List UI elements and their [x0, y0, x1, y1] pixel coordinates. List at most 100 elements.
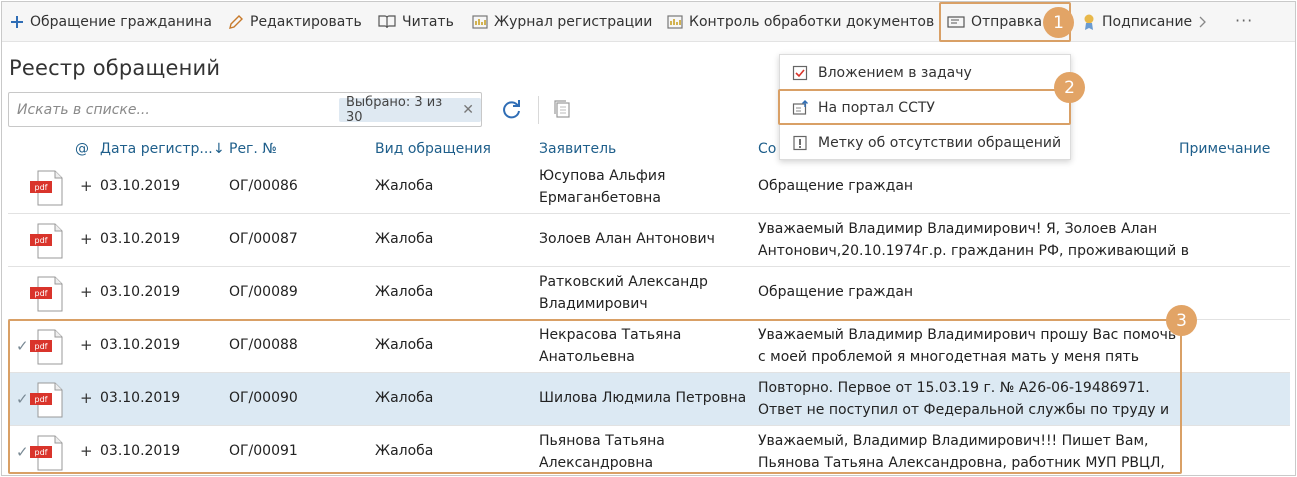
read-button[interactable]: Читать [378, 2, 454, 42]
journal-button[interactable]: Журнал регистрации [472, 2, 652, 42]
column-date[interactable]: Дата регистр... [100, 141, 213, 157]
new-appeal-button[interactable]: Обращение гражданина [10, 2, 212, 42]
more-menu-button[interactable]: ··· [1235, 11, 1253, 30]
row-applicant-line1: Пьянова Татьяна [539, 433, 665, 449]
signature-icon [1084, 14, 1094, 30]
table-row[interactable]: pdf +03.10.2019 ОГ/00089 Жалоба Ратковский А… [8, 267, 1290, 320]
table-row[interactable]: ✓ pdf +03.10.2019 ОГ/00091 Жалоба Пьянова Тат… [8, 426, 1290, 475]
row-date: 03.10.2019 [100, 337, 181, 353]
table-row[interactable]: pdf +03.10.2019 ОГ/00086 Жалоба Юсупова Альф… [8, 161, 1290, 214]
page-title: Реестр обращений [9, 56, 221, 80]
column-reg-number[interactable]: Рег. № [229, 141, 277, 157]
svg-text:pdf: pdf [35, 448, 48, 457]
menu-item-attach-to-task[interactable]: Вложением в задачу [780, 55, 1072, 90]
row-reg-number: ОГ/00086 [229, 178, 298, 194]
column-applicant[interactable]: Заявитель [539, 141, 616, 157]
pdf-file-icon: pdf [30, 382, 63, 418]
row-checked-icon[interactable]: ✓ [16, 337, 29, 355]
table-row[interactable]: ✓ pdf +03.10.2019 ОГ/00088 Жалоба Некрасова Т… [8, 320, 1290, 373]
edit-label: Редактировать [250, 14, 362, 30]
row-plus[interactable]: + [80, 389, 93, 407]
control-label: Контроль обработки документов [689, 14, 935, 30]
column-note[interactable]: Примечание [1179, 141, 1270, 157]
row-content-line2: Ответ не поступил от Федеральной службы … [758, 402, 1170, 418]
exclamation-icon [793, 135, 807, 150]
menu-item-label: На портал ССТУ [818, 99, 935, 116]
row-content-line1: Уважаемый Владимир Владимирович! Я, Золо… [758, 221, 1158, 237]
signing-button[interactable]: Подписание [1082, 2, 1207, 42]
row-applicant-line2: Александровна [539, 455, 654, 471]
row-content-line2: с моей проблемой я многодетная мать у ме… [758, 349, 1139, 365]
annotation-badge-2: 2 [1054, 72, 1085, 103]
pencil-icon [229, 15, 243, 29]
toolbar: Обращение гражданина Редактировать Читат… [2, 2, 1295, 42]
column-content[interactable]: Со [758, 141, 776, 157]
row-reg-number: ОГ/00087 [229, 231, 298, 247]
row-plus[interactable]: + [80, 336, 93, 354]
svg-text:pdf: pdf [35, 395, 48, 404]
menu-item-portal-sstu[interactable]: На портал ССТУ [780, 90, 1072, 125]
row-reg-number: ОГ/00088 [229, 337, 298, 353]
row-content-line1: Повторно. Первое от 15.03.19 г. № А26-06… [758, 380, 1150, 396]
table-row[interactable]: pdf +03.10.2019 ОГ/00087 Жалоба Золоев Алан … [8, 214, 1290, 267]
row-plus[interactable]: + [80, 177, 93, 195]
read-label: Читать [402, 14, 454, 30]
svg-text:pdf: pdf [35, 289, 48, 298]
row-checked-icon[interactable]: ✓ [16, 390, 29, 408]
row-applicant-line2: Анатольевна [539, 349, 635, 365]
table-row[interactable]: ✓ pdf +03.10.2019 ОГ/00090 Жалоба Шилова Людм… [8, 373, 1290, 426]
copy-button[interactable] [553, 99, 571, 123]
row-applicant-line2: Владимирович [539, 296, 648, 312]
menu-item-no-appeals-mark[interactable]: Метку об отсутствии обращений [780, 125, 1072, 160]
row-content-line1: Уважаемый Владимир Владимирович прошу Ва… [758, 327, 1177, 343]
table-header: @ Дата регистр... ↓ Рег. № Вид обращения… [8, 135, 1290, 163]
row-content-line1: Уважаемый, Владимир Владимирович!!! Пише… [758, 433, 1149, 449]
journal-icon [472, 15, 488, 29]
pdf-file-icon: pdf [30, 223, 63, 259]
row-appeal-type: Жалоба [375, 284, 434, 300]
row-reg-number: ОГ/00089 [229, 284, 298, 300]
annotation-badge-1: 1 [1043, 7, 1074, 38]
selection-count: Выбрано: 3 из 30 [346, 95, 443, 125]
selection-chip: Выбрано: 3 из 30 ✕ [339, 95, 481, 125]
annotation-badge-3: 3 [1166, 305, 1197, 336]
row-checked-icon[interactable]: ✓ [16, 443, 29, 461]
row-date: 03.10.2019 [100, 284, 181, 300]
search-input[interactable] [17, 99, 317, 121]
sort-down-icon[interactable]: ↓ [213, 141, 225, 157]
row-reg-number: ОГ/00091 [229, 443, 298, 459]
row-reg-number: ОГ/00090 [229, 390, 298, 406]
edit-button[interactable]: Редактировать [228, 2, 362, 42]
send-icon [947, 16, 965, 28]
row-plus[interactable]: + [80, 283, 93, 301]
clear-selection-icon[interactable]: ✕ [462, 102, 474, 118]
control-button[interactable]: Контроль обработки документов [667, 2, 934, 42]
row-appeal-type: Жалоба [375, 178, 434, 194]
column-at[interactable]: @ [75, 141, 89, 157]
portal-upload-icon [792, 99, 808, 115]
row-applicant-line1: Некрасова Татьяна [539, 327, 682, 343]
row-applicant: Шилова Людмила Петровна [539, 390, 747, 406]
row-date: 03.10.2019 [100, 443, 181, 459]
row-appeal-type: Жалоба [375, 337, 434, 353]
row-appeal-type: Жалоба [375, 390, 434, 406]
row-content: Обращение граждан [758, 284, 914, 300]
pdf-file-icon: pdf [30, 170, 63, 206]
row-date: 03.10.2019 [100, 231, 181, 247]
toolbar-divider [538, 96, 539, 124]
refresh-button[interactable] [500, 98, 522, 124]
send-label: Отправка [971, 14, 1043, 30]
chevron-right-icon [1199, 16, 1207, 28]
send-button[interactable]: Отправка [947, 2, 1042, 42]
row-plus[interactable]: + [80, 230, 93, 248]
column-appeal-type[interactable]: Вид обращения [375, 141, 491, 157]
row-applicant-line1: Ратковский Александр [539, 274, 708, 290]
row-plus[interactable]: + [80, 442, 93, 460]
chart-icon [667, 15, 683, 29]
svg-text:pdf: pdf [35, 236, 48, 245]
menu-item-label: Метку об отсутствии обращений [818, 134, 1062, 151]
plus-icon [11, 16, 23, 28]
copy-icon [554, 100, 570, 118]
pdf-file-icon: pdf [30, 276, 63, 312]
signing-label: Подписание [1102, 14, 1193, 30]
